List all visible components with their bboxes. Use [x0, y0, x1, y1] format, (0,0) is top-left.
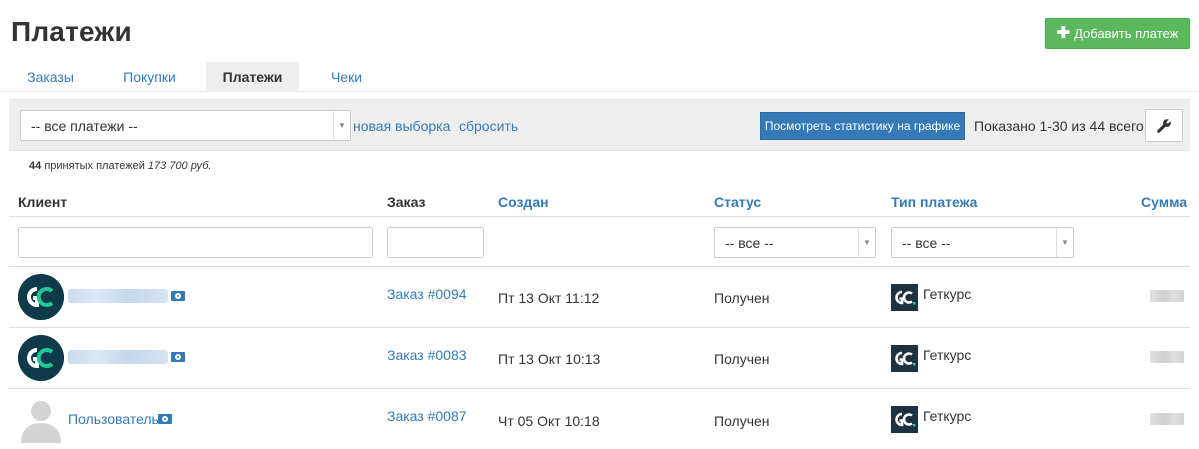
payments-total: 173 700 руб.: [147, 160, 212, 172]
gc-logo-icon: [18, 335, 64, 381]
tab-receipts[interactable]: Чеки: [299, 62, 394, 91]
tabs-divider: [0, 91, 1199, 92]
row-divider: [9, 266, 1190, 267]
tab-purchases[interactable]: Покупки: [93, 62, 206, 91]
row-divider: [9, 388, 1190, 389]
created-date: Пт 13 Окт 11:12: [498, 290, 600, 306]
column-client: Клиент: [18, 194, 68, 210]
money-icon: [171, 352, 185, 362]
order-link[interactable]: Заказ #0083: [387, 347, 467, 363]
default-user-icon: [18, 397, 64, 443]
column-amount[interactable]: Сумма: [1141, 194, 1187, 210]
getcourse-logo-icon: [891, 284, 918, 311]
wrench-icon: [1157, 118, 1171, 133]
getcourse-logo-icon: [891, 345, 918, 372]
add-payment-label: Добавить платеж: [1074, 26, 1179, 41]
filter-bar: -- все платежи -- ▼ новая выборка сброси…: [9, 99, 1190, 151]
order-link[interactable]: Заказ #0094: [387, 286, 467, 302]
column-order: Заказ: [387, 194, 426, 210]
client-name-blurred[interactable]: [68, 350, 168, 364]
payment-status: Получен: [714, 351, 770, 367]
column-status[interactable]: Статус: [714, 194, 761, 210]
payment-type: Геткурс: [923, 286, 972, 302]
client-name-link[interactable]: Пользователь: [68, 411, 159, 427]
caret-down-icon: ▼: [333, 111, 350, 140]
add-payment-button[interactable]: ✚ Добавить платеж: [1045, 18, 1190, 49]
tab-orders[interactable]: Заказы: [8, 62, 93, 91]
caret-down-icon: ▼: [858, 228, 875, 257]
settings-button[interactable]: [1145, 109, 1183, 142]
money-icon: [171, 291, 185, 301]
payment-type: Геткурс: [923, 347, 972, 363]
getcourse-logo-icon: [891, 406, 918, 433]
payments-summary: 44 принятых платежей 173 700 руб.: [29, 160, 211, 172]
new-selection-link[interactable]: новая выборка: [353, 118, 450, 134]
payment-filter-value: -- все платежи --: [31, 117, 138, 134]
money-icon: [158, 414, 172, 424]
created-date: Чт 05 Окт 10:18: [498, 413, 600, 429]
amount-blurred: [1150, 351, 1184, 363]
payment-status: Получен: [714, 290, 770, 306]
page-title: Платежи: [11, 16, 132, 47]
payment-filter-select[interactable]: -- все платежи -- ▼: [20, 110, 351, 141]
plus-icon: ✚: [1056, 24, 1071, 42]
avatar[interactable]: [18, 397, 64, 443]
type-filter-select[interactable]: -- все -- ▼: [891, 227, 1074, 258]
type-filter-value: -- все --: [902, 234, 951, 251]
client-filter-input[interactable]: [18, 227, 373, 258]
status-filter-value: -- все --: [725, 234, 774, 251]
row-divider: [9, 327, 1190, 328]
client-name-blurred[interactable]: [68, 289, 168, 303]
payments-count-label: принятых платежей: [44, 160, 145, 172]
column-created[interactable]: Создан: [498, 194, 549, 210]
pagination-info: Показано 1-30 из 44 всего.: [974, 118, 1148, 134]
column-payment-type[interactable]: Тип платежа: [891, 194, 977, 210]
tabs: Заказы Покупки Платежи Чеки: [8, 62, 394, 91]
payment-status: Получен: [714, 413, 770, 429]
created-date: Пт 13 Окт 10:13: [498, 351, 601, 367]
amount-blurred: [1150, 290, 1184, 302]
gc-logo-icon: [18, 274, 64, 320]
order-filter-input[interactable]: [387, 227, 484, 258]
amount-blurred: [1150, 413, 1184, 425]
payment-type: Геткурс: [923, 408, 972, 424]
payments-count: 44: [29, 160, 42, 172]
status-filter-select[interactable]: -- все -- ▼: [714, 227, 876, 258]
reset-link[interactable]: сбросить: [459, 118, 518, 134]
caret-down-icon: ▼: [1056, 228, 1073, 257]
order-link[interactable]: Заказ #0087: [387, 408, 467, 424]
avatar[interactable]: [18, 335, 64, 381]
avatar[interactable]: [18, 274, 64, 320]
tab-payments[interactable]: Платежи: [206, 62, 299, 91]
header-divider: [9, 216, 1190, 217]
view-stats-button[interactable]: Посмотреть статистику на графике: [760, 112, 965, 140]
